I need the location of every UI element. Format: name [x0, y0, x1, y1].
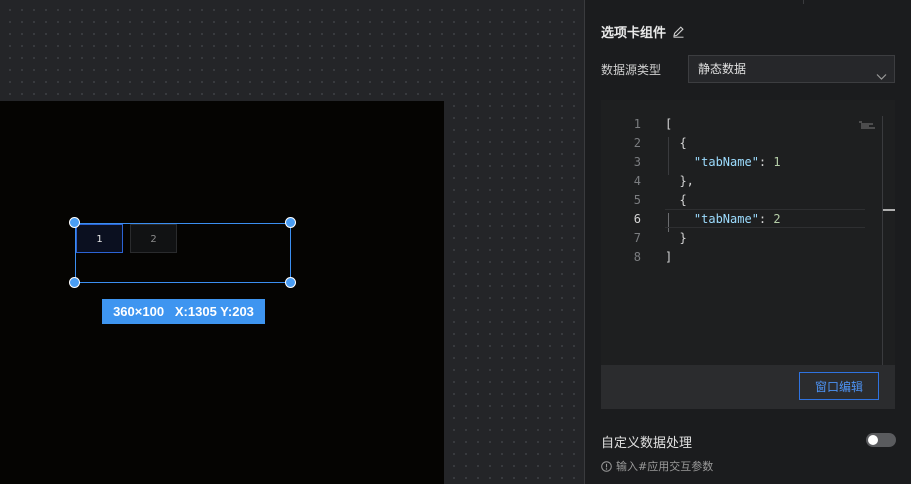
json-code-editor[interactable]: 1 [ 2 { 3 "tabName": 1 4 }, 5 { 6 "tabNa… [601, 100, 895, 365]
tab-2[interactable]: 2 [130, 224, 177, 253]
line-number: 8 [633, 250, 641, 264]
editor-footer: 窗口编辑 [601, 365, 895, 409]
hint-text: 输入#应用交互参数 [601, 458, 713, 474]
json-separator: : [758, 155, 774, 169]
code-line: 7 } [601, 229, 895, 248]
code-line: 3 "tabName": 1 [601, 153, 895, 172]
code-text: } [665, 231, 687, 245]
json-key: "tabName" [665, 212, 759, 226]
custom-processing-toggle[interactable] [866, 433, 896, 447]
resize-handle-bottom-left[interactable] [69, 277, 80, 288]
json-number: 2 [773, 212, 781, 226]
component-title-text: 选项卡组件 [601, 26, 667, 41]
json-separator: : [758, 212, 774, 226]
code-line: 8 ] [601, 248, 895, 267]
artboard[interactable] [0, 101, 444, 484]
resize-handle-bottom-right[interactable] [285, 277, 296, 288]
component-title: 选项卡组件 [601, 22, 685, 41]
code-line: 4 }, [601, 172, 895, 191]
data-source-value: 静态数据 [698, 62, 747, 76]
line-number: 6 [633, 212, 641, 226]
chevron-down-icon [876, 64, 887, 90]
json-key: "tabName" [665, 155, 759, 169]
code-text: ] [665, 250, 673, 264]
code-text: "tabName": 2 [665, 210, 781, 229]
code-line: 2 { [601, 134, 895, 153]
size-position-badge: 360×100 X:1305 Y:203 [102, 299, 265, 324]
line-number: 1 [633, 117, 641, 131]
design-canvas[interactable]: 1 2 360×100 X:1305 Y:203 [0, 0, 584, 484]
window-edit-button[interactable]: 窗口编辑 [799, 372, 879, 400]
line-number: 3 [633, 155, 641, 169]
hint-label: 输入#应用交互参数 [616, 460, 714, 473]
code-text: { [665, 136, 687, 150]
resize-handle-top-left[interactable] [69, 217, 80, 228]
code-text: [ [665, 117, 673, 131]
resize-handle-top-right[interactable] [285, 217, 296, 228]
properties-panel: 选项卡组件 数据源类型 静态数据 1 [2 {3 "tabName": 1 … [584, 0, 911, 484]
data-source-label: 数据源类型 [601, 63, 662, 77]
code-line: 1 [ [601, 115, 895, 134]
tab-component-selection[interactable]: 1 2 [75, 223, 291, 283]
line-number: 7 [633, 231, 641, 245]
custom-processing-label: 自定义数据处理 [601, 436, 693, 451]
info-icon [601, 460, 612, 472]
line-number: 2 [633, 136, 641, 150]
code-text: { [665, 193, 687, 207]
pencil-icon[interactable] [672, 25, 685, 38]
code-line: 5 { [601, 191, 895, 210]
line-number: 4 [633, 174, 641, 188]
code-line: 6 "tabName": 2 [601, 210, 895, 229]
tab-1[interactable]: 1 [76, 224, 123, 253]
panel-divider [803, 0, 804, 4]
code-text: }, [665, 174, 694, 188]
line-number: 5 [633, 193, 641, 207]
data-source-select[interactable]: 静态数据 [688, 55, 895, 83]
code-text: "tabName": 1 [665, 153, 781, 172]
toggle-knob [868, 435, 878, 445]
json-number: 1 [773, 155, 781, 169]
